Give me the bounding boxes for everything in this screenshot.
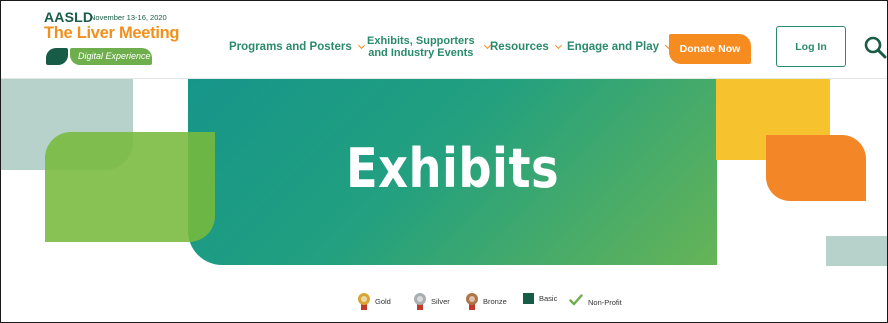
donate-button[interactable]: Donate Now: [669, 34, 751, 64]
legend-item-basic: Basic: [523, 293, 557, 304]
site-header: AASLD November 13-16, 2020 The Liver Mee…: [1, 1, 887, 79]
basic-square-icon: [523, 293, 534, 304]
nav-label-line2: and Industry Events: [368, 47, 474, 59]
nav-programs-and-posters[interactable]: Programs and Posters: [229, 41, 365, 53]
nav-label-line1: Exhibits, Supporters: [367, 35, 475, 47]
chevron-down-icon: [554, 41, 562, 50]
bronze-medal-icon: [466, 293, 478, 310]
legend-item-non-profit: Non-Profit: [569, 293, 622, 311]
legend-label: Basic: [539, 294, 558, 303]
page-title: Exhibits: [345, 137, 560, 200]
hero-banner: Exhibits: [1, 79, 887, 269]
legend-item-gold: Gold: [358, 293, 391, 310]
legend-label: Non-Profit: [588, 297, 622, 307]
legend-item-bronze: Bronze: [466, 293, 507, 310]
legend-item-silver: Silver: [414, 293, 450, 310]
decorative-shape-teal: [826, 236, 887, 266]
gold-medal-icon: [358, 293, 370, 310]
sponsor-legend: Gold Silver Bronze Basic Non-Profit: [1, 281, 887, 321]
login-button[interactable]: Log In: [776, 26, 846, 67]
logo-leaf-icon: [46, 48, 68, 65]
chevron-down-icon: [357, 41, 365, 50]
nav-resources[interactable]: Resources: [490, 41, 562, 53]
nav-exhibits-supporters[interactable]: Exhibits, Supporters and Industry Events: [367, 35, 491, 59]
page-frame: AASLD November 13-16, 2020 The Liver Mee…: [0, 0, 888, 323]
nav-engage-and-play[interactable]: Engage and Play: [567, 41, 673, 53]
nav-label: Programs and Posters: [229, 41, 352, 53]
logo-org: AASLD: [44, 9, 94, 25]
check-icon: [569, 293, 583, 311]
nav-label-two-line: Exhibits, Supporters and Industry Events: [367, 35, 475, 59]
search-icon[interactable]: [863, 35, 887, 59]
nav-label: Resources: [490, 41, 549, 53]
logo-date: November 13-16, 2020: [90, 13, 167, 22]
silver-medal-icon: [414, 293, 426, 310]
decorative-shape-green: [45, 132, 215, 242]
logo-title: The Liver Meeting: [44, 24, 180, 42]
decorative-shape-orange: [766, 135, 866, 201]
nav-label: Engage and Play: [567, 41, 660, 53]
site-logo[interactable]: AASLD November 13-16, 2020 The Liver Mee…: [44, 9, 179, 75]
legend-label: Gold: [375, 297, 391, 306]
legend-label: Silver: [431, 297, 450, 306]
legend-label: Bronze: [483, 297, 507, 306]
logo-subtitle: Digital Experience: [70, 48, 152, 65]
